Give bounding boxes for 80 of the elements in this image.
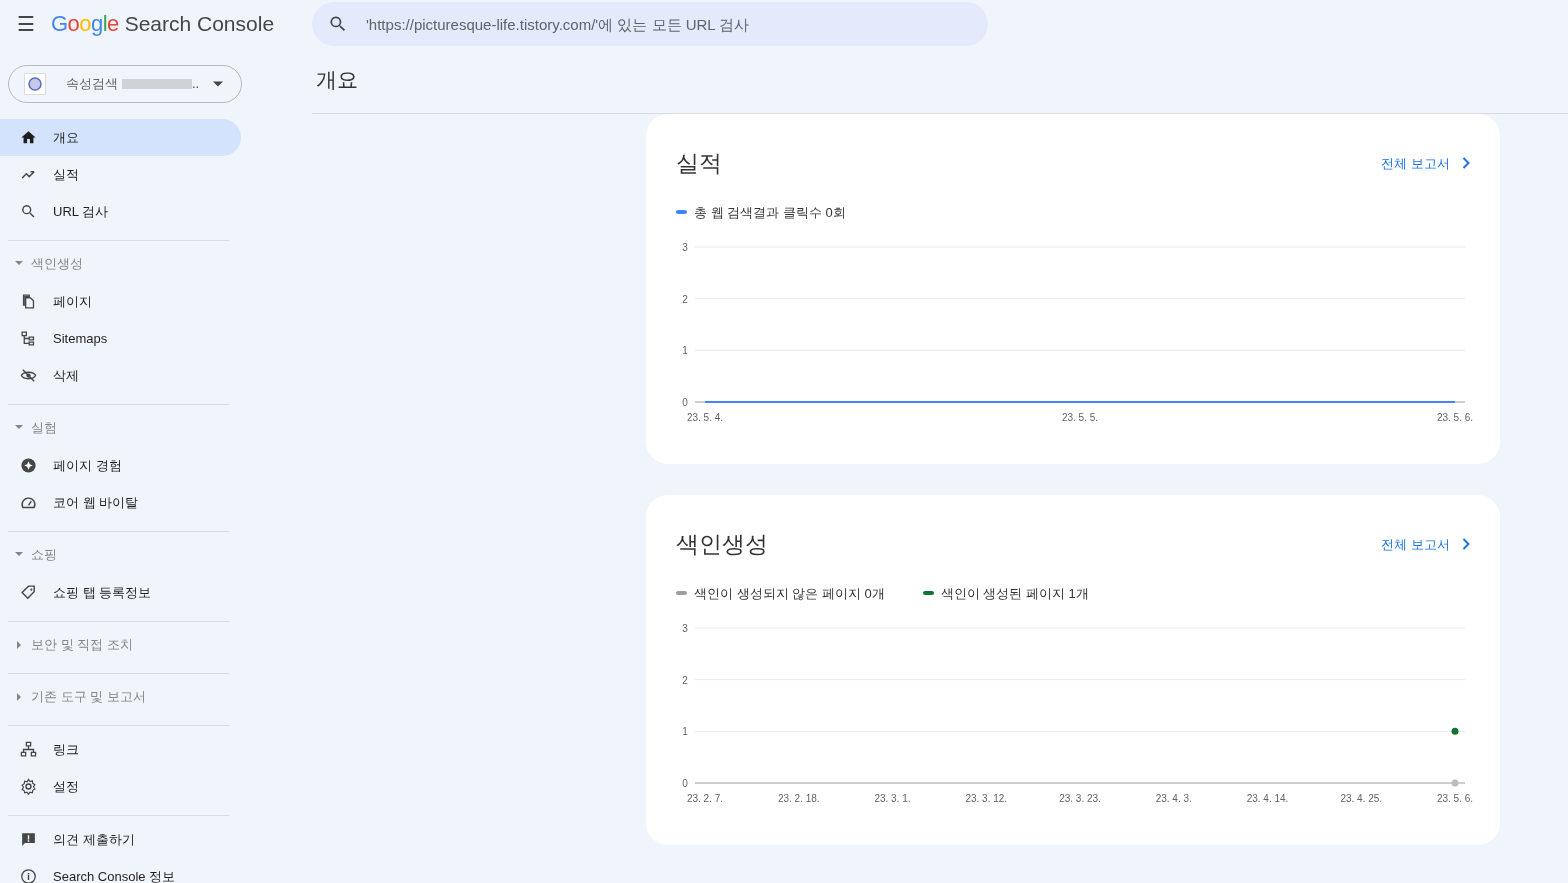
tag-icon bbox=[20, 584, 37, 601]
y-tick-label: 1 bbox=[682, 726, 688, 738]
section-header[interactable]: 색인생성 bbox=[8, 246, 229, 282]
nav-item[interactable]: Search Console 정보 bbox=[8, 858, 229, 883]
section-label: 기존 도구 및 보고서 bbox=[31, 688, 146, 707]
legend-label: 색인이 생성되지 않은 페이지 0개 bbox=[694, 584, 885, 603]
caret-right-icon bbox=[15, 641, 23, 649]
x-tick-label: 23. 5. 4. bbox=[686, 412, 724, 423]
x-tick-label: 23. 4. 3. bbox=[1155, 793, 1192, 804]
x-tick-label: 23. 4. 14. bbox=[1246, 793, 1289, 804]
legend-label: 색인이 생성된 페이지 1개 bbox=[940, 584, 1089, 603]
y-tick-label: 3 bbox=[682, 242, 688, 253]
x-tick-label: 23. 3. 12. bbox=[965, 793, 1008, 804]
x-tick-label: 23. 3. 23. bbox=[1059, 793, 1101, 804]
data-point bbox=[1451, 727, 1459, 735]
x-tick-label: 23. 5. 6. bbox=[1436, 793, 1474, 804]
x-tick-label: 23. 2. 18. bbox=[777, 793, 820, 804]
full-report-link[interactable]: 전체 보고서 bbox=[1381, 153, 1470, 173]
caret-down-icon bbox=[15, 260, 23, 268]
chevron-right-icon bbox=[1462, 157, 1470, 170]
logo-text: Google bbox=[51, 13, 119, 35]
nav-item[interactable]: 의견 제출하기 bbox=[8, 821, 229, 858]
search-icon bbox=[328, 14, 348, 34]
nav-item[interactable]: 링크 bbox=[8, 731, 229, 768]
property-ellipsis: .. bbox=[192, 75, 200, 94]
section-label: 보안 및 직접 조치 bbox=[31, 636, 133, 655]
section-label: 실험 bbox=[31, 419, 57, 438]
caret-down-icon bbox=[15, 551, 23, 559]
gauge-icon bbox=[20, 494, 37, 511]
nav-item[interactable]: URL 검사 bbox=[0, 193, 241, 230]
legend-label: 총 웹 검색결과 클릭수 0회 bbox=[694, 203, 846, 222]
section-label: 쇼핑 bbox=[31, 546, 57, 565]
nav-item[interactable]: Sitemaps bbox=[8, 320, 229, 357]
card-title: 색인생성 bbox=[676, 530, 768, 559]
section-header[interactable]: 실험 bbox=[8, 410, 229, 446]
section-header[interactable]: 기존 도구 및 보고서 bbox=[8, 679, 229, 715]
globe-icon bbox=[24, 73, 46, 95]
sitemap-icon bbox=[20, 330, 37, 347]
page-title: 개요 bbox=[315, 66, 359, 93]
y-tick-label: 0 bbox=[682, 397, 688, 408]
caret-right-icon bbox=[15, 693, 23, 701]
nav-item[interactable]: 페이지 bbox=[8, 283, 229, 320]
data-point bbox=[1451, 779, 1459, 787]
nav-item[interactable]: 쇼핑 탭 등록정보 bbox=[8, 574, 229, 611]
chevron-right-icon bbox=[1462, 538, 1470, 551]
nav-item[interactable]: 개요 bbox=[0, 119, 241, 156]
property-name: 속성검색 bbox=[66, 75, 118, 94]
y-tick-label: 3 bbox=[682, 623, 688, 634]
x-tick-label: 23. 3. 1. bbox=[874, 793, 911, 804]
info-icon bbox=[20, 868, 37, 883]
y-tick-label: 2 bbox=[682, 674, 688, 686]
section-label: 색인생성 bbox=[31, 255, 83, 274]
card-title: 실적 bbox=[676, 149, 722, 178]
y-tick-label: 0 bbox=[682, 778, 688, 789]
x-tick-label: 23. 4. 25. bbox=[1340, 793, 1383, 804]
caret-down-icon bbox=[15, 424, 23, 432]
x-tick-label: 23. 5. 6. bbox=[1436, 412, 1474, 423]
full-report-link[interactable]: 전체 보고서 bbox=[1381, 534, 1470, 554]
product-name: Search Console bbox=[124, 13, 275, 34]
x-tick-label: 23. 2. 7. bbox=[686, 793, 724, 804]
search-icon bbox=[20, 203, 37, 220]
nav-item[interactable]: 삭제 bbox=[8, 357, 229, 394]
eye-off-icon bbox=[20, 367, 37, 384]
nav-item[interactable]: 코어 웹 바이탈 bbox=[8, 484, 229, 521]
y-tick-label: 2 bbox=[682, 293, 688, 305]
home-icon bbox=[20, 129, 37, 146]
dropdown-caret-icon[interactable] bbox=[213, 81, 223, 87]
feedback-icon bbox=[20, 831, 37, 848]
blurred-text bbox=[122, 79, 192, 89]
pages-icon bbox=[20, 293, 37, 310]
nav-item[interactable]: 실적 bbox=[0, 156, 241, 193]
x-tick-label: 23. 5. 5. bbox=[1061, 412, 1099, 423]
network-icon bbox=[20, 741, 37, 758]
menu-icon[interactable]: ☰ bbox=[17, 14, 35, 34]
settings-icon bbox=[20, 778, 37, 795]
nav-item[interactable]: 설정 bbox=[8, 768, 229, 805]
y-tick-label: 1 bbox=[682, 345, 688, 357]
nav-item[interactable]: 페이지 경험 bbox=[8, 447, 229, 484]
star-circle-icon bbox=[20, 457, 37, 474]
search-field[interactable]: 'https://picturesque-life.tistory.com/'에 있는 모든 URL 검사 bbox=[312, 2, 988, 46]
